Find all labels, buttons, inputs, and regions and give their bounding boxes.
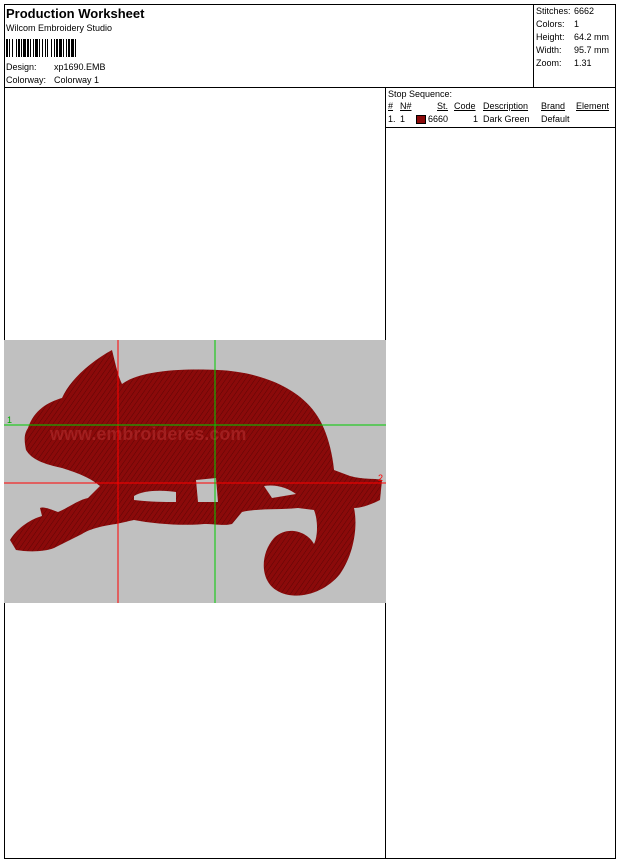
stitches-value: 6662 [574,6,595,16]
col-description: Description [483,101,529,111]
start-marker: 1 [7,415,12,425]
row-st: 6660 [428,114,449,124]
stop-sequence-pane [386,88,616,859]
width-value: 95.7 mm [574,45,610,55]
stitches-label: Stitches: [536,6,571,16]
end-marker: 2 [378,473,383,483]
watermark-text: www.embroideres.com [49,424,246,444]
stop-table-divider [386,127,616,128]
col-n: N# [400,101,412,111]
table-row: 1. 1 6660 1 Dark Green Default [386,113,616,126]
row-num: 1. [388,114,396,124]
design-filename: xp1690.EMB [54,62,106,72]
zoom-value: 1.31 [574,58,592,68]
design-preview-canvas: www.embroideres.com 1 2 [4,340,386,603]
row-brand: Default [541,114,570,124]
chameleon-shape [10,350,382,596]
design-stats: Stitches: 6662 Colors: 1 Height: 64.2 mm Wi… [533,4,616,88]
design-label: Design: [6,62,37,72]
col-num: # [388,101,394,111]
colors-value: 1 [574,19,580,29]
col-st: St. [437,101,449,111]
col-element: Element [576,101,610,111]
page-title: Production Worksheet [6,6,145,21]
stop-sequence-title: Stop Sequence: [388,89,453,99]
colorway-label: Colorway: [6,75,47,85]
thread-color-swatch [416,115,426,124]
width-label: Width: [536,45,562,55]
design-row: Design: xp1690.EMB [6,62,106,72]
row-description: Dark Green [483,114,530,124]
col-brand: Brand [541,101,566,111]
barcode [6,39,130,57]
row-code: 1 [473,114,479,124]
stop-sequence-table: # N# St. Code Description Brand Element … [386,100,616,126]
chameleon-embroidery: www.embroideres.com 1 2 [4,340,386,603]
stop-table-header: # N# St. Code Description Brand Element [386,100,616,113]
colorway-row: Colorway: Colorway 1 [6,75,99,85]
colorway-value: Colorway 1 [54,75,100,85]
colors-label: Colors: [536,19,565,29]
row-n: 1 [400,114,406,124]
height-label: Height: [536,32,565,42]
height-value: 64.2 mm [574,32,610,42]
col-code: Code [454,101,476,111]
software-name: Wilcom Embroidery Studio [6,23,113,33]
zoom-label: Zoom: [536,58,562,68]
